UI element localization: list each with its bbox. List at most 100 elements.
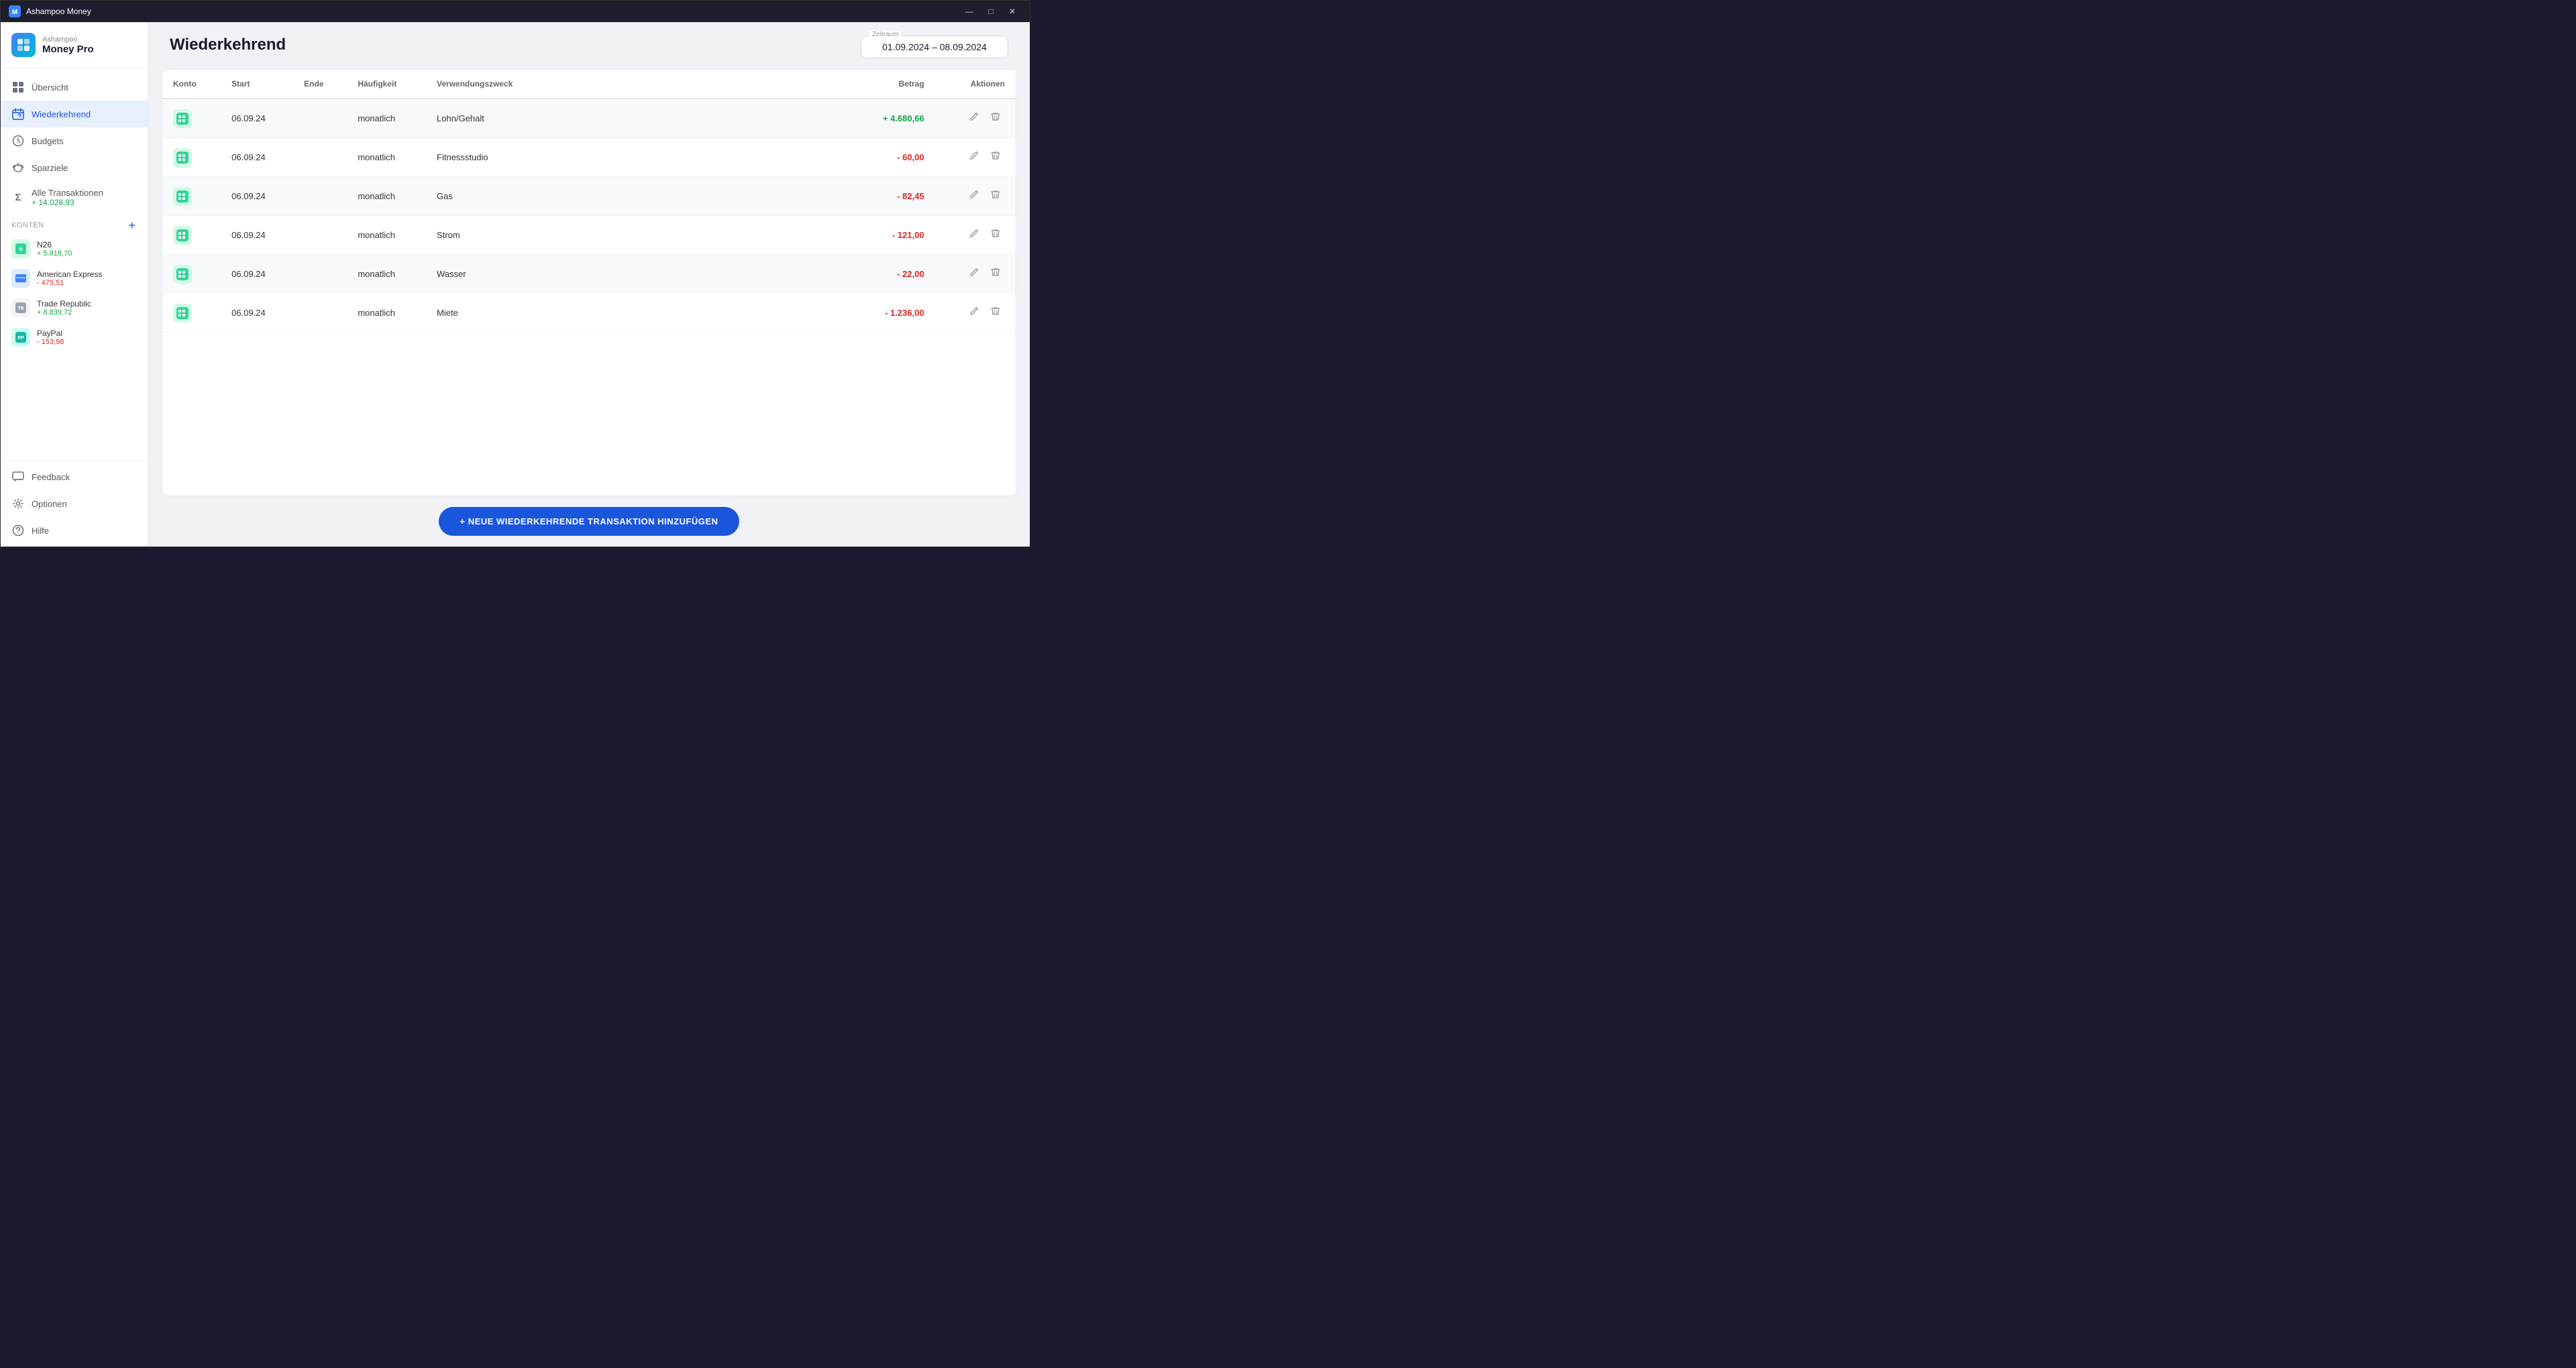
close-button[interactable]: ✕ [1003, 4, 1022, 19]
row-aktionen [935, 177, 1016, 216]
table-row: 06.09.24monatlichStrom- 121,00 [162, 216, 1016, 255]
delete-button[interactable] [986, 109, 1005, 128]
row-konto [162, 255, 221, 294]
row-start: 06.09.24 [221, 294, 293, 333]
konten-section: Konten + [1, 214, 148, 234]
edit-button[interactable] [965, 186, 983, 206]
table-row: 06.09.24monatlichFitnessstudio- 60,00 [162, 138, 1016, 177]
konto-icon [173, 265, 192, 284]
sidebar-item-budgets[interactable]: Budgets [1, 127, 148, 154]
delete-icon [990, 306, 1001, 317]
row-aktionen [935, 255, 1016, 294]
row-aktionen [935, 138, 1016, 177]
row-ende [293, 177, 347, 216]
row-start: 06.09.24 [221, 138, 293, 177]
minimize-button[interactable]: — [960, 4, 979, 19]
titlebar-title: Ashampoo Money [26, 7, 91, 16]
edit-button[interactable] [965, 109, 983, 128]
table-row: 06.09.24 monatlichMiete- 1.236,00 [162, 294, 1016, 333]
sidebar-item-budgets-label: Budgets [32, 136, 64, 146]
delete-button[interactable] [986, 225, 1005, 245]
row-ende [293, 255, 347, 294]
row-konto [162, 99, 221, 138]
sidebar-item-hilfe[interactable]: Hilfe [1, 517, 148, 544]
konto-icon [173, 148, 192, 167]
feedback-icon [11, 470, 25, 483]
col-konto: Konto [162, 70, 221, 99]
account-item-n26[interactable]: N N26 + 5.818,70 [1, 234, 148, 264]
row-betrag: - 60,00 [853, 138, 935, 177]
row-verwendungszweck: Miete [426, 294, 853, 333]
add-account-button[interactable]: + [127, 219, 137, 231]
row-betrag: - 82,45 [853, 177, 935, 216]
svg-text:M: M [12, 9, 17, 16]
col-ende: Ende [293, 70, 347, 99]
row-betrag: - 22,00 [853, 255, 935, 294]
titlebar-left: M Ashampoo Money [9, 5, 91, 17]
amex-info: American Express - 475,51 [37, 270, 102, 287]
sidebar-item-feedback[interactable]: Feedback [1, 463, 148, 490]
delete-icon [990, 228, 1001, 239]
row-konto [162, 177, 221, 216]
zeitraum-box[interactable]: Zeitraum 01.09.2024 – 08.09.2024 [861, 36, 1008, 58]
paypal-info: PayPal - 153,98 [37, 329, 64, 346]
app-subtitle-bottom: Money Pro [42, 44, 94, 55]
edit-icon [969, 306, 979, 317]
trade-balance: + 8.839,72 [37, 308, 91, 317]
page-title: Wiederkehrend [170, 36, 286, 54]
actions-cell [946, 186, 1005, 206]
trade-info: Trade Republic + 8.839,72 [37, 299, 91, 317]
row-betrag: - 1.236,00 [853, 294, 935, 333]
delete-button[interactable] [986, 186, 1005, 206]
col-verwendungszweck: Verwendungszweck [426, 70, 853, 99]
sidebar-bottom: Feedback Optionen [1, 460, 148, 547]
sidebar-item-optionen[interactable]: Optionen [1, 490, 148, 517]
alle-transaktionen-balance: + 14.028,93 [32, 198, 103, 207]
sidebar-item-hilfe-label: Hilfe [32, 526, 49, 536]
delete-button[interactable] [986, 303, 1005, 323]
delete-button[interactable] [986, 264, 1005, 284]
sparziele-icon [11, 161, 25, 174]
col-aktionen: Aktionen [935, 70, 1016, 99]
konto-icon [173, 226, 192, 245]
amex-balance: - 475,51 [37, 279, 102, 287]
edit-button[interactable] [965, 303, 983, 323]
delete-icon [990, 267, 1001, 278]
row-aktionen [935, 216, 1016, 255]
trade-name: Trade Republic [37, 299, 91, 308]
paypal-icon: PP [11, 328, 30, 347]
row-haufigkeit: monatlich [347, 177, 426, 216]
row-verwendungszweck: Wasser [426, 255, 853, 294]
svg-text:PP: PP [17, 336, 24, 341]
row-start: 06.09.24 [221, 216, 293, 255]
logo-icon [14, 36, 33, 54]
n26-name: N26 [37, 240, 72, 249]
footer-bar: + NEUE WIEDERKEHRENDE TRANSAKTION HINZUF… [148, 496, 1030, 547]
row-haufigkeit: monatlich [347, 99, 426, 138]
maximize-button[interactable]: □ [981, 4, 1000, 19]
sidebar-item-ubersicht[interactable]: Übersicht [1, 74, 148, 101]
row-verwendungszweck: Fitnessstudio [426, 138, 853, 177]
sidebar-item-alle-transaktionen[interactable]: Σ Alle Transaktionen + 14.028,93 [1, 181, 148, 214]
edit-button[interactable] [965, 264, 983, 284]
app-window: M Ashampoo Money — □ ✕ [0, 0, 1030, 547]
actions-cell [946, 225, 1005, 245]
row-aktionen [935, 294, 1016, 333]
edit-button[interactable] [965, 225, 983, 245]
row-haufigkeit: monatlich [347, 294, 426, 333]
account-item-trade[interactable]: TR Trade Republic + 8.839,72 [1, 293, 148, 323]
sidebar-item-wiederkehrend[interactable]: Wiederkehrend [1, 101, 148, 127]
edit-button[interactable] [965, 148, 983, 167]
row-ende [293, 294, 347, 333]
sidebar-item-wiederkehrend-label: Wiederkehrend [32, 109, 91, 119]
account-item-paypal[interactable]: PP PayPal - 153,98 [1, 323, 148, 352]
row-ende [293, 138, 347, 177]
account-item-amex[interactable]: American Express - 475,51 [1, 264, 148, 293]
n26-balance: + 5.818,70 [37, 249, 72, 258]
sidebar-item-feedback-label: Feedback [32, 472, 70, 482]
delete-button[interactable] [986, 148, 1005, 167]
main-header: Wiederkehrend Zeitraum 01.09.2024 – 08.0… [148, 22, 1030, 69]
add-transaction-button[interactable]: + NEUE WIEDERKEHRENDE TRANSAKTION HINZUF… [439, 507, 740, 536]
sidebar-item-sparziele[interactable]: Sparziele [1, 154, 148, 181]
row-haufigkeit: monatlich [347, 255, 426, 294]
